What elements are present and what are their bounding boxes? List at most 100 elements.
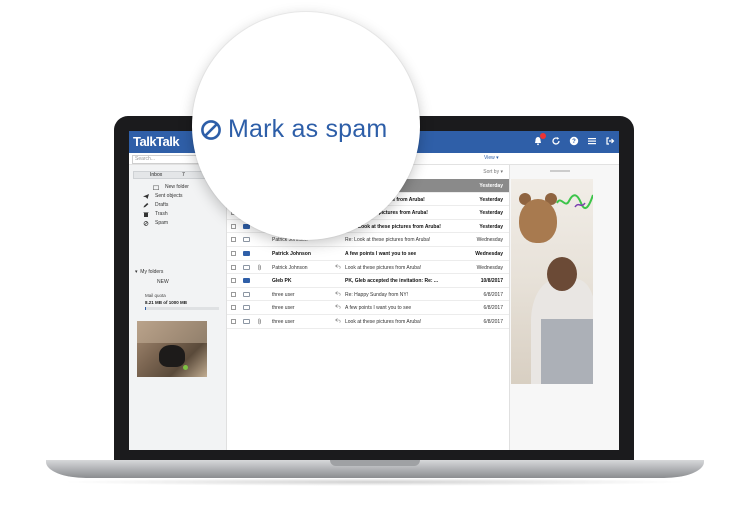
- row-date: Yesterday: [479, 183, 503, 189]
- svg-text:?: ?: [572, 139, 576, 145]
- folder-label: Sent objects: [155, 193, 183, 199]
- row-date: Wednesday: [476, 264, 503, 271]
- my-folders-header[interactable]: ▾ My folders: [135, 269, 163, 275]
- folder-icon: [153, 185, 159, 190]
- reply-icon: [335, 263, 341, 271]
- green-ribbon: [556, 194, 593, 210]
- envelope-icon[interactable]: [243, 237, 250, 243]
- brand-logo[interactable]: TalkTalk: [133, 134, 180, 149]
- marketing-stage: TalkTalk ? Search... View ▾ Inbox 7 New …: [0, 0, 750, 522]
- table-row[interactable]: three user Look at these pictures from Ar…: [227, 315, 509, 329]
- envelope-icon[interactable]: [243, 305, 250, 311]
- sidebar-item-spam[interactable]: Spam: [143, 220, 168, 226]
- header-actions: ?: [533, 133, 615, 146]
- inbox-count: 7: [182, 172, 185, 178]
- promo-image[interactable]: [137, 321, 207, 377]
- row-subject: Fwd: Look at these pictures from Aruba!: [345, 223, 441, 230]
- row-sender: Gleb PK: [272, 278, 292, 285]
- row-subject: Re: Happy Sunday from NY!: [345, 291, 409, 298]
- laptop-notch: [330, 460, 420, 466]
- sidebar-item-trash[interactable]: Trash: [143, 211, 168, 217]
- bell-icon[interactable]: [533, 133, 546, 146]
- help-icon[interactable]: ?: [569, 136, 579, 146]
- row-date: Yesterday: [479, 223, 503, 230]
- row-subject: PK, Gleb accepted the invitation: Re: ..…: [345, 278, 439, 285]
- promo-sofa: [137, 321, 207, 343]
- notification-badge: [540, 133, 546, 139]
- row-sender: Patrick Johnson: [272, 264, 308, 271]
- row-subject: Look at these pictures from Aruba!: [345, 264, 422, 271]
- reply-icon: [335, 318, 341, 325]
- table-row[interactable]: three user Re: Happy Sunday from NY! 6/8/2…: [227, 288, 509, 302]
- envelope-icon[interactable]: [243, 278, 250, 284]
- row-checkbox[interactable]: [231, 264, 236, 270]
- envelope-icon[interactable]: [243, 251, 250, 256]
- row-date: Yesterday: [479, 210, 503, 217]
- mark-as-spam-button[interactable]: Mark as spam: [200, 115, 387, 144]
- sort-dropdown[interactable]: Sort by ▾: [483, 169, 503, 175]
- table-row[interactable]: Patrick Johnson Re: Look at these picture…: [227, 233, 509, 247]
- table-row[interactable]: Gleb PK PK, Gleb accepted the invitation:…: [227, 274, 509, 288]
- folder-label: Spam: [155, 220, 169, 226]
- row-checkbox[interactable]: [231, 278, 236, 284]
- pencil-icon: [143, 202, 149, 208]
- row-sender: Patrick Johnson: [272, 251, 311, 257]
- logout-icon[interactable]: [605, 136, 615, 146]
- refresh-icon[interactable]: [551, 136, 561, 146]
- sidebar-item-new[interactable]: NEW: [157, 279, 169, 285]
- sidebar-item-sent[interactable]: Sent objects: [143, 193, 183, 199]
- folder-label: Drafts: [155, 202, 169, 208]
- row-date: 6/8/2017: [483, 319, 503, 325]
- table-row[interactable]: Patrick Johnson A few points I want you t…: [227, 247, 509, 261]
- reply-icon: [335, 291, 341, 298]
- row-checkbox[interactable]: [231, 319, 236, 324]
- block-icon: [143, 220, 149, 226]
- envelope-icon[interactable]: [243, 319, 250, 324]
- view-dropdown[interactable]: View ▾: [484, 155, 499, 161]
- reply-icon: [335, 304, 341, 311]
- preview-scroll-handle[interactable]: [550, 170, 570, 172]
- folder-label: Trash: [155, 211, 168, 217]
- row-subject: A few points I want you to see: [345, 305, 412, 312]
- row-date: Wednesday: [476, 237, 503, 244]
- preview-pane: [509, 165, 619, 450]
- send-icon: [143, 193, 149, 199]
- row-checkbox[interactable]: [231, 223, 236, 229]
- row-sender: three user: [272, 319, 295, 325]
- envelope-icon[interactable]: [243, 291, 250, 297]
- sidebar-item-new-folder[interactable]: New folder: [153, 184, 189, 190]
- row-date: Wednesday: [475, 251, 503, 257]
- child-shirt: [541, 319, 593, 384]
- row-sender: three user: [272, 305, 295, 312]
- laptop-shadow: [60, 478, 690, 486]
- table-row[interactable]: Patrick Johnson Look at these pictures fr…: [227, 261, 509, 275]
- quota-bar: [145, 307, 219, 310]
- paperclip-icon: [257, 318, 262, 327]
- row-checkbox[interactable]: [231, 251, 236, 256]
- row-date: 6/8/2017: [483, 305, 503, 312]
- envelope-icon[interactable]: [243, 264, 250, 270]
- quota-label: Mail quota: [145, 293, 166, 298]
- row-date: 6/8/2017: [483, 291, 503, 298]
- table-row[interactable]: three user A few points I want you to see…: [227, 301, 509, 315]
- my-folders-label: My folders: [140, 269, 164, 275]
- row-subject: Look at these pictures from Aruba!: [345, 319, 422, 325]
- row-subject: A few points I want you to see: [345, 251, 417, 257]
- row-subject: Re: Look at these pictures from Aruba!: [345, 237, 431, 244]
- menu-icon[interactable]: [587, 136, 597, 146]
- row-date: Yesterday: [479, 196, 503, 203]
- row-checkbox[interactable]: [231, 305, 236, 311]
- row-checkbox[interactable]: [231, 237, 236, 243]
- teddy-bear: [519, 199, 557, 243]
- row-sender: three user: [272, 291, 295, 298]
- paperclip-icon: [257, 264, 262, 273]
- mark-as-spam-label: Mark as spam: [228, 115, 388, 143]
- row-date: 10/8/2017: [480, 278, 503, 285]
- trash-icon: [143, 211, 149, 217]
- row-checkbox[interactable]: [231, 291, 236, 297]
- promo-dog: [159, 345, 185, 367]
- preview-image: [511, 179, 593, 384]
- chevron-down-icon: ▾: [135, 269, 138, 275]
- sidebar-item-drafts[interactable]: Drafts: [143, 202, 168, 208]
- folder-sidebar: Inbox 7 New folder Sent objects Drafts T…: [129, 165, 227, 450]
